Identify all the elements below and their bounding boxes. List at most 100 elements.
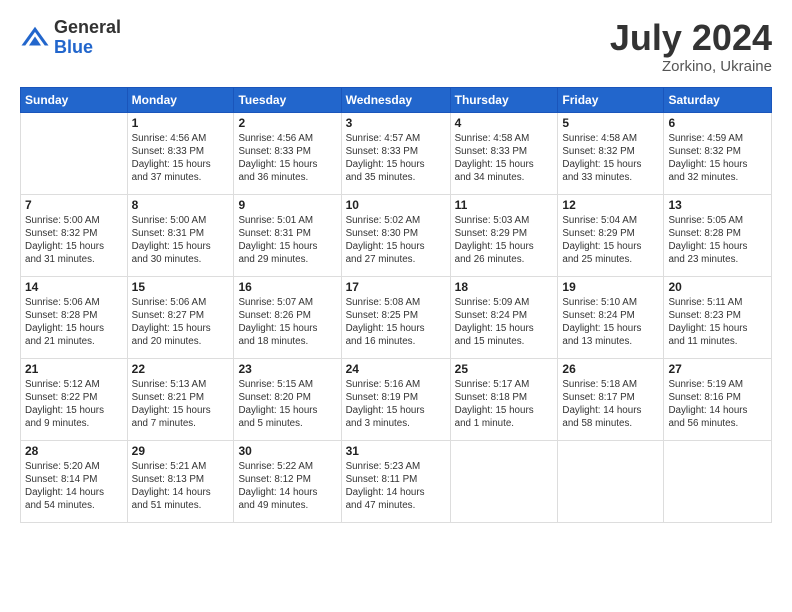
day-info: Sunrise: 5:10 AMSunset: 8:24 PMDaylight:… — [562, 296, 659, 349]
cell-w2-d5: 12 Sunrise: 5:04 AMSunset: 8:29 PMDayligh… — [558, 194, 664, 276]
cell-w2-d0: 7 Sunrise: 5:00 AMSunset: 8:32 PMDaylight… — [21, 194, 128, 276]
day-info: Sunrise: 5:03 AMSunset: 8:29 PMDaylight:… — [455, 214, 554, 267]
day-info: Sunrise: 5:01 AMSunset: 8:31 PMDaylight:… — [238, 214, 336, 267]
day-number: 5 — [562, 116, 659, 130]
cell-w2-d6: 13 Sunrise: 5:05 AMSunset: 8:28 PMDayligh… — [664, 194, 772, 276]
day-info: Sunrise: 5:22 AMSunset: 8:12 PMDaylight:… — [238, 460, 336, 513]
day-number: 29 — [132, 444, 230, 458]
day-number: 16 — [238, 280, 336, 294]
day-number: 26 — [562, 362, 659, 376]
day-number: 17 — [346, 280, 446, 294]
cell-w4-d5: 26 Sunrise: 5:18 AMSunset: 8:17 PMDayligh… — [558, 358, 664, 440]
day-info: Sunrise: 5:11 AMSunset: 8:23 PMDaylight:… — [668, 296, 767, 349]
day-info: Sunrise: 4:58 AMSunset: 8:32 PMDaylight:… — [562, 132, 659, 185]
logo: General Blue — [20, 18, 121, 58]
cell-w1-d5: 5 Sunrise: 4:58 AMSunset: 8:32 PMDaylight… — [558, 112, 664, 194]
cell-w2-d1: 8Sunrise: 5:00 AMSunset: 8:31 PMDaylight… — [127, 194, 234, 276]
week-row-5: 28 Sunrise: 5:20 AMSunset: 8:14 PMDayligh… — [21, 440, 772, 522]
cell-w5-d4 — [450, 440, 558, 522]
day-info: Sunrise: 5:00 AMSunset: 8:32 PMDaylight:… — [25, 214, 123, 267]
day-info: Sunrise: 5:06 AMSunset: 8:28 PMDaylight:… — [25, 296, 123, 349]
logo-general-label: General — [54, 18, 121, 38]
calendar-table: Sunday Monday Tuesday Wednesday Thursday… — [20, 87, 772, 523]
day-number: 10 — [346, 198, 446, 212]
title-location: Zorkino, Ukraine — [610, 58, 772, 75]
cell-w5-d6 — [664, 440, 772, 522]
day-info: Sunrise: 5:17 AMSunset: 8:18 PMDaylight:… — [455, 378, 554, 431]
header-tuesday: Tuesday — [234, 87, 341, 112]
cell-w1-d0 — [21, 112, 128, 194]
day-number: 31 — [346, 444, 446, 458]
day-number: 20 — [668, 280, 767, 294]
header-monday: Monday — [127, 87, 234, 112]
cell-w1-d1: 1Sunrise: 4:56 AMSunset: 8:33 PMDaylight… — [127, 112, 234, 194]
day-info: Sunrise: 5:15 AMSunset: 8:20 PMDaylight:… — [238, 378, 336, 431]
cell-w5-d0: 28 Sunrise: 5:20 AMSunset: 8:14 PMDayligh… — [21, 440, 128, 522]
week-row-3: 14Sunrise: 5:06 AMSunset: 8:28 PMDayligh… — [21, 276, 772, 358]
title-month: July 2024 — [610, 18, 772, 58]
day-number: 15 — [132, 280, 230, 294]
day-number: 12 — [562, 198, 659, 212]
logo-text: General Blue — [54, 18, 121, 58]
day-number: 25 — [455, 362, 554, 376]
day-info: Sunrise: 5:02 AMSunset: 8:30 PMDaylight:… — [346, 214, 446, 267]
cell-w5-d2: 30 Sunrise: 5:22 AMSunset: 8:12 PMDayligh… — [234, 440, 341, 522]
day-info: Sunrise: 5:00 AMSunset: 8:31 PMDaylight:… — [132, 214, 230, 267]
day-number: 9 — [238, 198, 336, 212]
day-number: 7 — [25, 198, 123, 212]
day-info: Sunrise: 5:06 AMSunset: 8:27 PMDaylight:… — [132, 296, 230, 349]
cell-w3-d1: 15 Sunrise: 5:06 AMSunset: 8:27 PMDayligh… — [127, 276, 234, 358]
day-info: Sunrise: 5:09 AMSunset: 8:24 PMDaylight:… — [455, 296, 554, 349]
cell-w3-d3: 17 Sunrise: 5:08 AMSunset: 8:25 PMDayligh… — [341, 276, 450, 358]
day-info: Sunrise: 4:56 AMSunset: 8:33 PMDaylight:… — [132, 132, 230, 185]
logo-icon — [20, 23, 50, 53]
day-info: Sunrise: 5:04 AMSunset: 8:29 PMDaylight:… — [562, 214, 659, 267]
cell-w4-d4: 25 Sunrise: 5:17 AMSunset: 8:18 PMDayligh… — [450, 358, 558, 440]
day-number: 13 — [668, 198, 767, 212]
cell-w4-d0: 21 Sunrise: 5:12 AMSunset: 8:22 PMDayligh… — [21, 358, 128, 440]
day-info: Sunrise: 5:19 AMSunset: 8:16 PMDaylight:… — [668, 378, 767, 431]
week-row-1: 1Sunrise: 4:56 AMSunset: 8:33 PMDaylight… — [21, 112, 772, 194]
day-info: Sunrise: 5:08 AMSunset: 8:25 PMDaylight:… — [346, 296, 446, 349]
day-number: 30 — [238, 444, 336, 458]
day-info: Sunrise: 4:58 AMSunset: 8:33 PMDaylight:… — [455, 132, 554, 185]
day-info: Sunrise: 4:56 AMSunset: 8:33 PMDaylight:… — [238, 132, 336, 185]
cell-w5-d5 — [558, 440, 664, 522]
header: General Blue July 2024 Zorkino, Ukraine — [20, 18, 772, 75]
cell-w1-d3: 3 Sunrise: 4:57 AMSunset: 8:33 PMDaylight… — [341, 112, 450, 194]
cell-w3-d5: 19Sunrise: 5:10 AMSunset: 8:24 PMDayligh… — [558, 276, 664, 358]
cell-w1-d6: 6Sunrise: 4:59 AMSunset: 8:32 PMDaylight… — [664, 112, 772, 194]
calendar-header-row: Sunday Monday Tuesday Wednesday Thursday… — [21, 87, 772, 112]
cell-w3-d4: 18 Sunrise: 5:09 AMSunset: 8:24 PMDayligh… — [450, 276, 558, 358]
header-sunday: Sunday — [21, 87, 128, 112]
header-thursday: Thursday — [450, 87, 558, 112]
cell-w1-d4: 4 Sunrise: 4:58 AMSunset: 8:33 PMDaylight… — [450, 112, 558, 194]
header-saturday: Saturday — [664, 87, 772, 112]
day-number: 6 — [668, 116, 767, 130]
day-info: Sunrise: 5:23 AMSunset: 8:11 PMDaylight:… — [346, 460, 446, 513]
cell-w2-d2: 9 Sunrise: 5:01 AMSunset: 8:31 PMDaylight… — [234, 194, 341, 276]
day-info: Sunrise: 5:05 AMSunset: 8:28 PMDaylight:… — [668, 214, 767, 267]
day-info: Sunrise: 5:13 AMSunset: 8:21 PMDaylight:… — [132, 378, 230, 431]
day-info: Sunrise: 5:18 AMSunset: 8:17 PMDaylight:… — [562, 378, 659, 431]
day-info: Sunrise: 4:57 AMSunset: 8:33 PMDaylight:… — [346, 132, 446, 185]
header-friday: Friday — [558, 87, 664, 112]
day-number: 2 — [238, 116, 336, 130]
header-wednesday: Wednesday — [341, 87, 450, 112]
day-info: Sunrise: 5:12 AMSunset: 8:22 PMDaylight:… — [25, 378, 123, 431]
day-number: 21 — [25, 362, 123, 376]
cell-w4-d1: 22Sunrise: 5:13 AMSunset: 8:21 PMDayligh… — [127, 358, 234, 440]
title-block: July 2024 Zorkino, Ukraine — [610, 18, 772, 75]
week-row-4: 21 Sunrise: 5:12 AMSunset: 8:22 PMDayligh… — [21, 358, 772, 440]
day-number: 3 — [346, 116, 446, 130]
day-number: 18 — [455, 280, 554, 294]
day-info: Sunrise: 5:21 AMSunset: 8:13 PMDaylight:… — [132, 460, 230, 513]
cell-w4-d6: 27 Sunrise: 5:19 AMSunset: 8:16 PMDayligh… — [664, 358, 772, 440]
day-number: 27 — [668, 362, 767, 376]
cell-w5-d3: 31 Sunrise: 5:23 AMSunset: 8:11 PMDayligh… — [341, 440, 450, 522]
day-number: 28 — [25, 444, 123, 458]
day-number: 4 — [455, 116, 554, 130]
day-info: Sunrise: 5:20 AMSunset: 8:14 PMDaylight:… — [25, 460, 123, 513]
cell-w4-d3: 24Sunrise: 5:16 AMSunset: 8:19 PMDayligh… — [341, 358, 450, 440]
page: General Blue July 2024 Zorkino, Ukraine … — [0, 0, 792, 612]
